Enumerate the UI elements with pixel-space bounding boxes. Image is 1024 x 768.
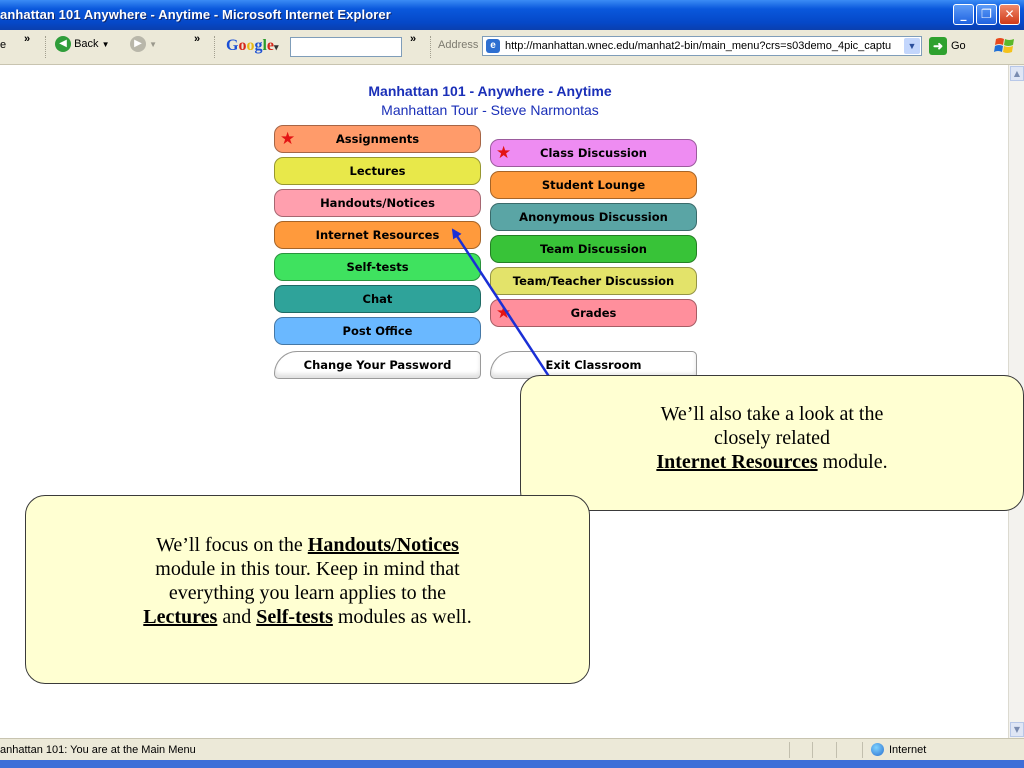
menu-button-handouts-notices[interactable]: Handouts/Notices — [274, 189, 481, 217]
menu-button-assignments[interactable]: ★ Assignments — [274, 125, 481, 153]
toolbar-chevron-3[interactable]: » — [410, 33, 416, 45]
menu-button-label: Lectures — [349, 164, 406, 178]
forward-button[interactable]: ▶ ▼ — [130, 36, 157, 52]
forward-arrow-icon: ▶ — [130, 36, 146, 52]
toolbar-truncated-label[interactable]: e — [0, 39, 6, 51]
toolbar-separator — [45, 36, 48, 58]
status-divider — [789, 742, 790, 758]
toolbar-separator — [214, 36, 217, 58]
star-icon: ★ — [280, 129, 296, 149]
star-icon: ★ — [496, 143, 512, 163]
status-text: anhattan 101: You are at the Main Menu — [0, 744, 196, 756]
menu-button-label: Self-tests — [346, 260, 409, 274]
address-bar[interactable]: e http://manhattan.wnec.edu/manhat2-bin/… — [482, 36, 922, 56]
security-zone-label: Internet — [889, 744, 927, 756]
window-title: anhattan 101 Anywhere - Anytime - Micros… — [0, 7, 391, 22]
address-url[interactable]: http://manhattan.wnec.edu/manhat2-bin/ma… — [505, 40, 891, 52]
menu-button-team-discussion[interactable]: Team Discussion — [490, 235, 697, 263]
callout-keyword: Internet Resources — [656, 451, 818, 473]
menu-button-label: Grades — [570, 306, 617, 320]
callout-line: Lectures and Self-tests modules as well. — [143, 606, 472, 628]
toolbar-chevron-2[interactable]: » — [194, 33, 200, 45]
menu-button-label: Team/Teacher Discussion — [512, 274, 675, 288]
callout-keyword: Self-tests — [256, 606, 333, 628]
status-divider — [862, 742, 863, 758]
status-divider — [812, 742, 813, 758]
scroll-down-icon[interactable]: ▼ — [1010, 722, 1024, 737]
menu-button-lectures[interactable]: Lectures — [274, 157, 481, 185]
toolbar-chevron-1[interactable]: » — [24, 33, 30, 45]
callout-line: closely related — [713, 427, 831, 449]
menu-button-team-teacher-discussion[interactable]: Team/Teacher Discussion — [490, 267, 697, 295]
menu-button-post-office[interactable]: Post Office — [274, 317, 481, 345]
callout-line: We’ll focus on the Handouts/Notices — [156, 534, 459, 556]
page-subtitle: Manhattan Tour - Steve Narmontas — [381, 102, 599, 118]
forward-dropdown-icon[interactable]: ▼ — [149, 40, 157, 49]
callout-line: module in this tour. Keep in mind that — [155, 558, 460, 580]
address-dropdown-icon[interactable]: ▼ — [904, 38, 920, 54]
go-arrow-icon[interactable]: ➜ — [929, 37, 947, 55]
back-arrow-icon: ◀ — [55, 36, 71, 52]
menu-button-label: Chat — [362, 292, 393, 306]
menu-button-student-lounge[interactable]: Student Lounge — [490, 171, 697, 199]
menu-button-label: Class Discussion — [540, 146, 647, 160]
windows-logo-icon — [994, 38, 1014, 53]
ie-page-icon: e — [486, 39, 500, 53]
menu-button-grades[interactable]: ★ Grades — [490, 299, 697, 327]
go-button-label[interactable]: Go — [951, 40, 966, 52]
back-label: Back — [74, 37, 99, 50]
menu-button-label: Anonymous Discussion — [519, 210, 668, 224]
browser-toolbar: e » ◀ Back ▼ ▶ ▼ » Google▾ » Address e h… — [0, 30, 1024, 65]
menu-button-label: Handouts/Notices — [320, 196, 435, 210]
exit-classroom-label: Exit Classroom — [545, 358, 642, 372]
page-title: Manhattan 101 - Anywhere - Anytime — [368, 83, 612, 99]
status-divider — [836, 742, 837, 758]
menu-button-self-tests[interactable]: Self-tests — [274, 253, 481, 281]
menu-button-class-discussion[interactable]: ★ Class Discussion — [490, 139, 697, 167]
menu-button-label: Team Discussion — [540, 242, 647, 256]
google-logo[interactable]: Google▾ — [226, 37, 279, 55]
globe-icon — [871, 743, 884, 756]
callout-handouts-notices: We’ll focus on the Handouts/Notices modu… — [25, 495, 590, 684]
menu-button-label: Student Lounge — [541, 178, 646, 192]
close-button[interactable]: ✕ — [999, 4, 1020, 25]
minimize-button[interactable]: _ — [953, 4, 974, 25]
scroll-up-icon[interactable]: ▲ — [1010, 66, 1024, 81]
status-bar: anhattan 101: You are at the Main Menu I… — [0, 738, 1024, 761]
menu-button-label: Assignments — [335, 132, 420, 146]
callout-internet-resources: We’ll also take a look at the closely re… — [520, 375, 1024, 511]
callout-line: Internet Resources module. — [656, 451, 888, 473]
menu-button-chat[interactable]: Chat — [274, 285, 481, 313]
callout-keyword: Handouts/Notices — [307, 534, 459, 556]
change-password-label: Change Your Password — [303, 358, 452, 372]
taskbar-strip — [0, 760, 1024, 768]
change-password-button[interactable]: Change Your Password — [274, 351, 481, 379]
maximize-button[interactable]: ❐ — [976, 4, 997, 25]
google-search-input[interactable] — [290, 37, 402, 57]
star-icon: ★ — [496, 303, 512, 323]
callout-keyword: Lectures — [143, 606, 218, 628]
back-button[interactable]: ◀ Back ▼ — [55, 36, 110, 52]
menu-button-anonymous-discussion[interactable]: Anonymous Discussion — [490, 203, 697, 231]
title-bar: anhattan 101 Anywhere - Anytime - Micros… — [0, 0, 1024, 30]
callout-line: everything you learn applies to the — [168, 582, 447, 604]
menu-button-label: Internet Resources — [315, 228, 440, 242]
back-dropdown-icon[interactable]: ▼ — [102, 40, 110, 49]
address-label: Address — [438, 39, 479, 51]
callout-line: We’ll also take a look at the — [660, 403, 884, 425]
toolbar-separator — [430, 36, 433, 58]
menu-button-internet-resources[interactable]: Internet Resources — [274, 221, 481, 249]
menu-button-label: Post Office — [342, 324, 413, 338]
